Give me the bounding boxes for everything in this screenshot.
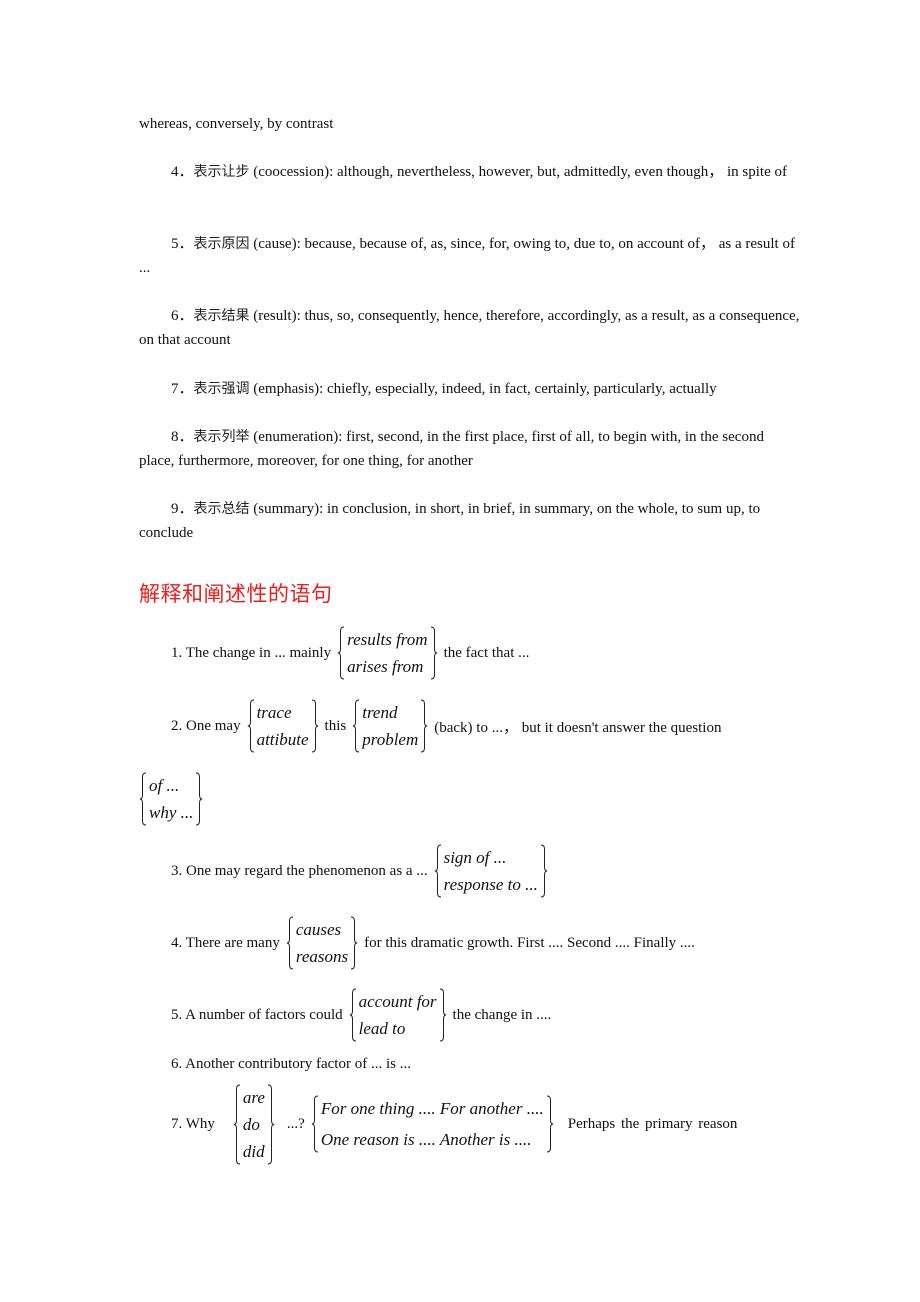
sentence-6: 6. Another contributory factor of ... is… <box>171 1053 411 1075</box>
section-heading: 解释和阐述性的语句 <box>139 582 333 606</box>
option-brace-group: of ... why ... <box>139 772 203 826</box>
right-brace-icon <box>539 844 548 898</box>
right-brace-icon <box>419 699 428 753</box>
option-brace-group: sign of ... response to ... <box>434 844 548 898</box>
item-text: (coocession): although, nevertheless, ho… <box>249 164 787 180</box>
item-chinese-label: 表示原因 <box>193 236 250 252</box>
option: of ... <box>149 776 180 795</box>
item-chinese-label: 表示强调 <box>193 381 250 397</box>
left-brace-icon <box>352 699 361 753</box>
option-brace-group: trace attibute <box>247 699 319 753</box>
connective-item-9: 9．表示总结 (summary): in conclusion, in shor… <box>139 497 801 545</box>
connective-item-8: 8．表示列举 (enumeration): first, second, in … <box>139 425 801 473</box>
sentence-1: 1. The change in ... mainly results from… <box>171 624 529 682</box>
sentence-text: 5. A number of factors could <box>171 1006 343 1023</box>
option: did <box>242 1141 265 1161</box>
sentence-text: ...? <box>286 1115 305 1132</box>
left-brace-icon <box>337 626 346 680</box>
sentence-text: 4. There are many <box>171 934 280 951</box>
sentence-text: 1. The change in ... mainly <box>171 644 332 661</box>
option: do <box>242 1114 260 1134</box>
sentence-text: this <box>324 717 347 734</box>
left-brace-icon <box>139 772 148 826</box>
item-number: 8． <box>171 429 194 445</box>
item-number: 9． <box>171 501 194 517</box>
connective-item-6: 6．表示结果 (result): thus, so, consequently,… <box>139 304 801 352</box>
option: sign of ... <box>443 848 507 867</box>
item-chinese-label: 表示让步 <box>193 164 250 180</box>
sentence-text: the change in .... <box>452 1006 552 1023</box>
document-page: whereas, conversely, by contrast 4．表示让步 … <box>0 0 920 1302</box>
option: arises from <box>347 657 424 676</box>
option: are <box>242 1087 265 1107</box>
sentence-text: 7. Why <box>171 1115 215 1132</box>
option: reasons <box>295 947 349 966</box>
option: response to ... <box>443 875 538 894</box>
option: account for <box>358 992 437 1011</box>
left-brace-icon <box>434 844 443 898</box>
right-brace-icon <box>438 988 447 1042</box>
right-brace-icon <box>545 1095 554 1153</box>
left-brace-icon <box>247 699 256 753</box>
option: causes <box>295 920 342 939</box>
right-brace-icon <box>194 772 203 826</box>
continued-text: whereas, conversely, by contrast <box>139 116 334 132</box>
sentence-text: 6. Another contributory factor of ... is… <box>171 1055 411 1072</box>
left-brace-icon <box>233 1084 242 1165</box>
sentence-7: 7. Why are do did ...? For one thing ...… <box>171 1082 737 1166</box>
left-brace-icon <box>286 916 295 970</box>
item-number: 6． <box>171 308 194 324</box>
right-brace-icon <box>310 699 319 753</box>
option: trend <box>362 703 398 722</box>
left-brace-icon <box>311 1095 320 1153</box>
option-brace-group: are do did <box>233 1084 275 1165</box>
sentence-3: 3. One may regard the phenomenon as a ..… <box>171 842 554 900</box>
sentence-text: for this dramatic growth. First .... Sec… <box>364 934 695 951</box>
option-brace-group: For one thing .... For another .... One … <box>311 1095 554 1153</box>
option-brace-group: account for lead to <box>349 988 447 1042</box>
sentence-text: 2. One may <box>171 717 241 734</box>
sentence-5: 5. A number of factors could account for… <box>171 986 551 1044</box>
right-brace-icon <box>349 916 358 970</box>
option: problem <box>362 730 419 749</box>
right-brace-icon <box>429 626 438 680</box>
option-brace-group: trend problem <box>352 699 428 753</box>
item-chinese-label: 表示总结 <box>193 501 250 517</box>
item-chinese-label: 表示列举 <box>193 429 250 445</box>
option: lead to <box>358 1019 406 1038</box>
right-brace-icon <box>266 1084 275 1165</box>
option: trace <box>256 703 292 722</box>
continued-line: whereas, conversely, by contrast <box>139 112 801 136</box>
option: For one thing .... For another .... <box>320 1099 544 1118</box>
sentence-4: 4. There are many causes reasons for thi… <box>171 914 695 972</box>
item-number: 7． <box>171 381 194 397</box>
sentence-text: (back) to ...， but it doesn't answer the… <box>434 719 722 736</box>
option: One reason is .... Another is .... <box>320 1130 532 1149</box>
item-text: (emphasis): chiefly, especially, indeed,… <box>249 381 717 397</box>
item-chinese-label: 表示结果 <box>193 308 250 324</box>
sentence-2: 2. One may trace attibute this trend pro… <box>171 697 721 755</box>
sentence-text: the fact that ... <box>443 644 530 661</box>
item-number: 5． <box>171 236 194 252</box>
sentence-text: Perhaps the primary reason <box>567 1115 738 1132</box>
option-brace-group: results from arises from <box>337 626 437 680</box>
option: why ... <box>149 803 194 822</box>
option-brace-group: causes reasons <box>286 916 358 970</box>
connective-item-5: 5．表示原因 (cause): because, because of, as,… <box>139 232 801 280</box>
option: attibute <box>256 730 309 749</box>
sentence-text: 3. One may regard the phenomenon as a ..… <box>171 862 428 879</box>
option: results from <box>347 630 428 649</box>
connective-item-7: 7．表示强调 (emphasis): chiefly, especially, … <box>139 377 801 401</box>
item-number: 4． <box>171 164 194 180</box>
left-brace-icon <box>349 988 358 1042</box>
sentence-2-continuation: of ... why ... <box>139 770 209 828</box>
connective-item-4: 4．表示让步 (coocession): although, neverthel… <box>139 160 801 184</box>
